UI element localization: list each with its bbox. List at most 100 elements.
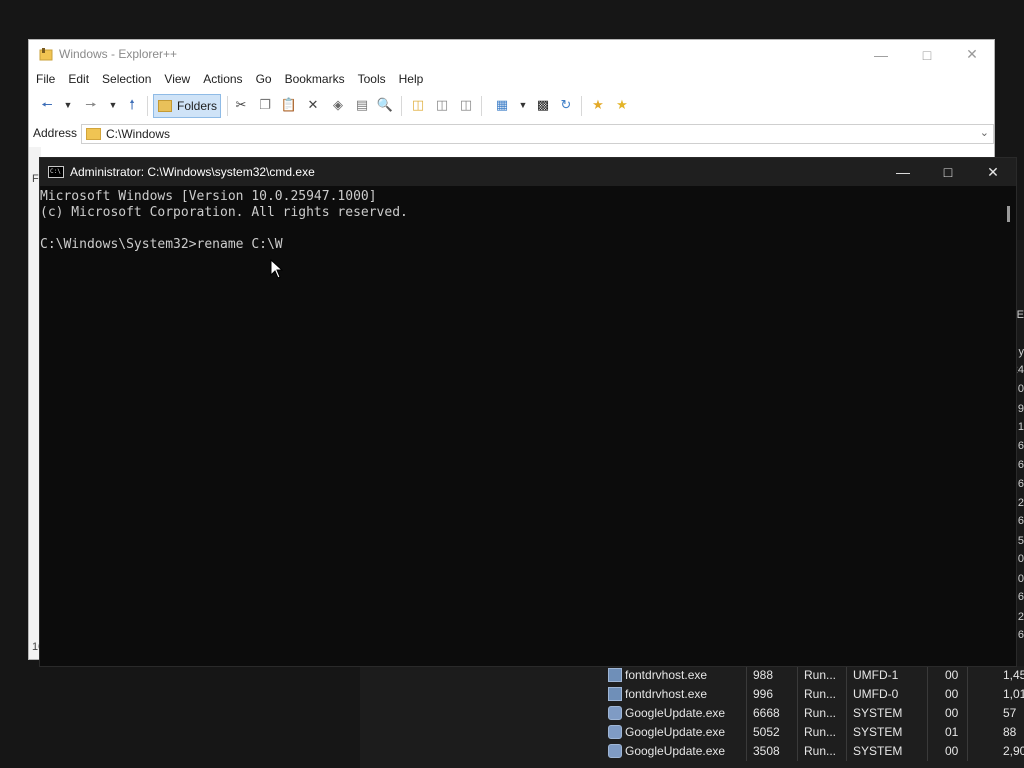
refresh-icon[interactable]: ↻ (557, 96, 575, 114)
process-memory: 57 (1003, 706, 1017, 720)
cmd-titlebar[interactable]: C:\ Administrator: C:\Windows\system32\c… (40, 158, 1016, 186)
forward-arrow-icon[interactable]: 🠖 (82, 96, 100, 114)
process-status: Run... (804, 687, 837, 701)
process-memory: 88 (1003, 725, 1017, 739)
menu-edit[interactable]: Edit (68, 69, 89, 89)
explorer-titlebar[interactable]: Windows - Explorer++ — □ ✕ (29, 40, 994, 69)
move-to-folder-icon[interactable]: ◫ (457, 96, 475, 114)
process-cpu: 00 (945, 668, 959, 682)
menu-actions[interactable]: Actions (203, 69, 242, 89)
search-folder-icon[interactable]: 🔍 (376, 96, 394, 114)
console-input-line[interactable]: C:\Windows\System32>rename C:\W (40, 237, 1000, 253)
process-pid: 3508 (753, 744, 780, 758)
console-output[interactable]: Microsoft Windows [Version 10.0.25947.10… (40, 186, 1000, 666)
table-row[interactable]: fontdrvhost.exe 988 Run... UMFD-1 00 1,45 (600, 666, 1024, 685)
column-divider (746, 666, 747, 685)
explorer-close-button[interactable]: ✕ (949, 40, 995, 69)
properties-icon[interactable]: ▤ (353, 96, 371, 114)
views-grid-icon[interactable]: ▦ (493, 96, 511, 114)
process-status: Run... (804, 725, 837, 739)
delete-permanently-icon[interactable]: ◈ (329, 96, 347, 114)
google-update-icon (608, 706, 622, 720)
explorer-toolbar: 🠔 ▼ 🠖 ▼ 🠕 Folders ✂ ❐ 📋 ✕ ◈ ▤ 🔍 ◫ ◫ ◫ ▦ (29, 92, 994, 120)
cmd-minimize-button[interactable]: — (880, 158, 926, 186)
delete-icon[interactable]: ✕ (304, 96, 322, 114)
table-row[interactable]: GoogleUpdate.exe 6668 Run... SYSTEM 00 57 (600, 704, 1024, 723)
copy-to-folder-icon[interactable]: ◫ (433, 96, 451, 114)
process-user: SYSTEM (853, 725, 903, 739)
process-name: fontdrvhost.exe (625, 687, 708, 701)
menu-help[interactable]: Help (399, 69, 424, 89)
process-memory: 2,90 (1003, 744, 1024, 758)
address-value: C:\Windows (106, 127, 171, 141)
cmd-maximize-button[interactable]: □ (925, 158, 971, 186)
column-divider (846, 666, 847, 685)
folders-label: Folders (177, 99, 218, 113)
close-icon: ✕ (966, 46, 978, 62)
process-name: GoogleUpdate.exe (625, 725, 726, 739)
command-prompt-icon[interactable]: ▩ (534, 96, 552, 114)
process-cpu: 01 (945, 725, 959, 739)
folders-button[interactable]: Folders (153, 94, 221, 118)
forward-dropdown-icon[interactable]: ▼ (104, 96, 122, 114)
process-name: GoogleUpdate.exe (625, 706, 726, 720)
task-manager-edge-text: 6 (1017, 591, 1024, 603)
process-pid: 5052 (753, 725, 780, 739)
explorer-maximize-button[interactable]: □ (904, 40, 950, 69)
new-folder-icon[interactable]: ◫ (409, 96, 427, 114)
back-arrow-icon[interactable]: 🠔 (38, 96, 56, 114)
add-bookmark-icon[interactable]: ★ (589, 96, 607, 114)
google-update-icon (608, 725, 622, 739)
explorer-minimize-button[interactable]: — (858, 40, 904, 69)
menu-view[interactable]: View (164, 69, 190, 89)
column-divider (797, 685, 798, 704)
paste-icon[interactable]: 📋 (280, 96, 298, 114)
column-divider (967, 685, 968, 704)
folder-icon (86, 128, 101, 140)
maximize-icon: □ (922, 46, 932, 63)
address-label: Address (33, 126, 78, 140)
task-manager-edge-text: 6 (1017, 440, 1024, 452)
toolbar-separator (581, 96, 582, 116)
process-cpu: 00 (945, 687, 959, 701)
task-manager-edge-text: y (1018, 346, 1024, 358)
process-icon (608, 687, 622, 701)
toolbar-separator (147, 96, 148, 116)
up-arrow-icon[interactable]: 🠕 (123, 96, 141, 114)
address-bar: Address C:\Windows ⌄ (29, 123, 994, 145)
task-manager-edge-text: 0 (1017, 573, 1024, 585)
table-row[interactable]: fontdrvhost.exe 996 Run... UMFD-0 00 1,01 (600, 685, 1024, 704)
folders-icon (158, 100, 172, 112)
task-manager-edge-text: 1 (1017, 421, 1024, 433)
cmd-scrollbar-thumb[interactable] (1007, 206, 1010, 222)
column-divider (967, 666, 968, 685)
column-divider (797, 742, 798, 761)
chevron-down-icon[interactable]: ⌄ (980, 126, 989, 139)
cmd-close-button[interactable]: ✕ (970, 158, 1016, 186)
table-row[interactable]: GoogleUpdate.exe 5052 Run... SYSTEM 01 88 (600, 723, 1024, 742)
task-manager-edge-text: 6 (1017, 515, 1024, 527)
menu-tools[interactable]: Tools (358, 69, 386, 89)
task-manager-edge-text: 5 (1017, 535, 1024, 547)
process-cpu: 00 (945, 706, 959, 720)
views-dropdown-icon[interactable]: ▼ (514, 96, 532, 114)
menu-bookmarks[interactable]: Bookmarks (285, 69, 345, 89)
back-dropdown-icon[interactable]: ▼ (59, 96, 77, 114)
table-row[interactable]: GoogleUpdate.exe 3508 Run... SYSTEM 00 2,90 (600, 742, 1024, 761)
copy-icon[interactable]: ❐ (256, 96, 274, 114)
column-divider (846, 704, 847, 723)
cmd-app-icon: C:\ (48, 166, 64, 178)
column-divider (967, 723, 968, 742)
column-divider (927, 742, 928, 761)
menu-file[interactable]: File (36, 69, 55, 89)
process-user: UMFD-1 (853, 668, 899, 682)
cut-icon[interactable]: ✂ (232, 96, 250, 114)
menu-selection[interactable]: Selection (102, 69, 151, 89)
process-status: Run... (804, 668, 837, 682)
menu-go[interactable]: Go (256, 69, 272, 89)
bookmarks-icon[interactable]: ★ (613, 96, 631, 114)
column-divider (746, 723, 747, 742)
process-icon (608, 668, 622, 682)
process-user: SYSTEM (853, 706, 903, 720)
address-input[interactable]: C:\Windows ⌄ (81, 124, 994, 144)
